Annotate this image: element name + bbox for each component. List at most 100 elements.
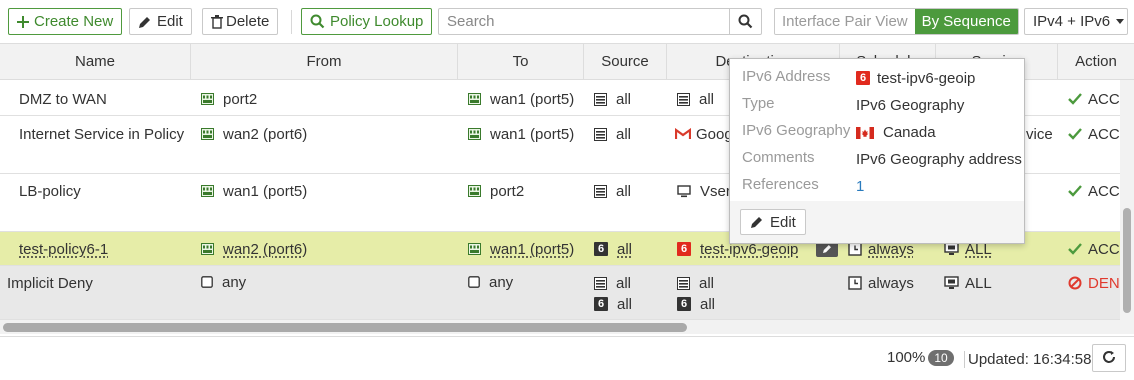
count-badge: 10 — [928, 349, 954, 366]
tooltip-value: 6 test-ipv6-geoip — [856, 68, 975, 88]
to-interface: port2 — [468, 181, 524, 201]
source-address: all — [594, 181, 631, 201]
policy-name: Internet Service in Policy — [19, 125, 185, 143]
interface-icon — [201, 128, 214, 140]
interface-icon — [468, 185, 481, 197]
service-name-fragment: vice — [1026, 125, 1053, 143]
policy-lookup-label: Policy Lookup — [330, 13, 424, 30]
view-toggle: Interface Pair View By Sequence — [774, 8, 1019, 35]
service-icon — [944, 276, 959, 290]
source-address-label: all — [616, 274, 632, 292]
horizontal-scrollbar[interactable] — [0, 320, 1134, 334]
column-header-action[interactable]: Action — [1058, 44, 1134, 79]
horizontal-scrollbar-thumb[interactable] — [3, 323, 687, 332]
refresh-button[interactable] — [1092, 344, 1126, 372]
clock-icon — [848, 276, 862, 290]
by-sequence-button[interactable]: By Sequence — [914, 9, 1018, 34]
from-interface-label: any — [222, 273, 247, 291]
action: ACC — [1068, 239, 1120, 259]
ip-version-value: IPv4 + IPv6 — [1033, 13, 1111, 30]
check-icon — [1068, 185, 1082, 197]
last-updated: Updated: 16:34:58 — [964, 351, 1091, 368]
to-interface: wan1 (port5) — [468, 89, 574, 109]
action: ACC — [1068, 89, 1120, 109]
from-interface-label: wan2 (port6) — [223, 125, 308, 143]
check-icon — [1068, 243, 1082, 255]
tooltip-edit-label: Edit — [770, 213, 796, 231]
destination-address: all — [677, 89, 714, 109]
delete-label: Delete — [226, 13, 270, 30]
vertical-scrollbar-thumb[interactable] — [1123, 208, 1131, 313]
tooltip-row-references: References 1 — [742, 176, 864, 196]
tooltip-row-address: IPv6 Address 6 test-ipv6-geoip — [742, 68, 975, 88]
interface-icon — [201, 243, 214, 255]
address-icon — [677, 92, 690, 106]
references-link[interactable]: 1 — [856, 176, 864, 196]
interface-pair-view-button[interactable]: Interface Pair View — [775, 9, 915, 34]
toolbar: Create New Edit Delete Policy Lookup Int… — [0, 0, 1134, 42]
trash-icon — [211, 14, 223, 29]
from-interface-label: wan2 (port6) — [223, 240, 308, 258]
tooltip-label: IPv6 Address — [742, 68, 831, 85]
check-icon — [1068, 128, 1082, 140]
tooltip-label: IPv6 Geography — [742, 122, 851, 139]
create-new-button[interactable]: Create New — [8, 8, 123, 35]
from-interface: any — [201, 272, 246, 292]
ipv6-address-icon: 6 — [856, 71, 870, 85]
create-new-label: Create New — [34, 13, 114, 30]
policy-lookup-button[interactable]: Policy Lookup — [301, 8, 433, 35]
search-submit-button[interactable] — [729, 9, 761, 34]
ipv6-address-icon: 6 — [594, 297, 608, 311]
plus-icon — [17, 15, 29, 28]
vertical-scrollbar[interactable] — [1120, 80, 1134, 320]
edit-button[interactable]: Edit — [129, 8, 192, 35]
to-interface: wan1 (port5) — [468, 124, 574, 144]
tooltip-value: IPv6 Geography — [856, 96, 965, 114]
interface-icon — [201, 93, 214, 105]
column-header-to[interactable]: To — [458, 44, 584, 79]
service: ALL — [944, 273, 992, 293]
table-row-implicit-deny[interactable]: Implicit Deny any any all 6 all all 6 al… — [0, 266, 1120, 320]
column-header-from[interactable]: From — [191, 44, 458, 79]
address-icon — [594, 127, 607, 141]
address-icon — [677, 276, 690, 290]
action: DEN — [1068, 273, 1120, 293]
action: ACC — [1068, 124, 1120, 144]
gmail-icon — [675, 128, 691, 140]
from-interface: wan2 (port6) — [201, 239, 307, 259]
to-interface-label: wan1 (port5) — [490, 90, 575, 108]
source-address-label: all — [616, 125, 632, 143]
search-icon — [738, 14, 753, 29]
destination-address-label: all — [700, 295, 716, 313]
ip-version-dropdown[interactable]: IPv4 + IPv6 — [1024, 8, 1128, 35]
tooltip-address-name: test-ipv6-geoip — [877, 69, 976, 87]
tooltip-row-type: Type IPv6 Geography — [742, 95, 964, 115]
to-interface-label: wan1 (port5) — [490, 240, 575, 258]
column-header-name[interactable]: Name — [0, 44, 191, 79]
delete-button[interactable]: Delete — [202, 8, 279, 35]
source-address-label: all — [617, 240, 633, 258]
column-header-source[interactable]: Source — [584, 44, 667, 79]
policy-name: LB-policy — [19, 182, 81, 200]
source-address: 6 all — [594, 239, 632, 259]
from-interface-label: wan1 (port5) — [223, 182, 308, 200]
refresh-icon — [1103, 351, 1115, 363]
address-icon — [594, 184, 607, 198]
to-interface-label: port2 — [490, 182, 525, 200]
interface-icon — [201, 185, 214, 197]
tooltip-edit-button[interactable]: Edit — [740, 209, 806, 235]
tooltip-footer: Edit — [730, 201, 1024, 243]
check-icon — [1068, 93, 1082, 105]
policy-name: DMZ to WAN — [19, 90, 107, 108]
address-icon — [594, 276, 607, 290]
search-input[interactable] — [439, 9, 729, 34]
action-label: ACC — [1088, 182, 1120, 200]
search-field[interactable] — [438, 8, 762, 35]
schedule: always — [848, 273, 914, 293]
destination-service-label: Goog — [696, 125, 733, 143]
to-interface: wan1 (port5) — [468, 239, 574, 259]
source-address-label: all — [616, 182, 632, 200]
zoom-indicator: 100% 10 — [887, 349, 954, 366]
action-label: DEN — [1088, 274, 1120, 292]
schedule-label: always — [868, 274, 914, 292]
